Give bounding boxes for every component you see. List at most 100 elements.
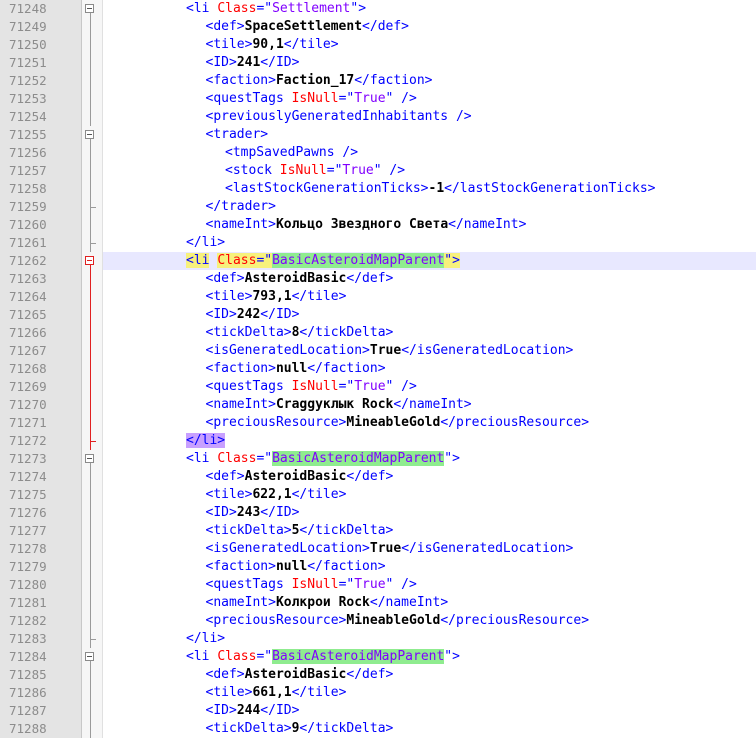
fold-margin[interactable]: [82, 126, 103, 144]
code-line[interactable]: 71280 <questTags IsNull="True" />: [0, 576, 756, 594]
fold-margin[interactable]: [82, 450, 103, 468]
code-line[interactable]: 71272 </li>: [0, 432, 756, 450]
fold-margin: [82, 288, 103, 306]
code-line[interactable]: 71250 <tile>90,1</tile>: [0, 36, 756, 54]
code-line[interactable]: 71281 <nameInt>Колкрои Rock</nameInt>: [0, 594, 756, 612]
fold-margin: [82, 432, 103, 450]
xml-tag: </isGeneratedLocation>: [401, 541, 574, 556]
fold-toggle-icon[interactable]: [85, 130, 94, 139]
xml-tag: <isGeneratedLocation>: [205, 343, 370, 358]
xml-tag: <def>: [205, 469, 245, 484]
code-line[interactable]: 71279 <faction>null</faction>: [0, 558, 756, 576]
line-number: 71272: [0, 432, 82, 450]
fold-margin[interactable]: [82, 0, 103, 18]
xml-tag: " />: [385, 379, 417, 394]
code-line[interactable]: 71264 <tile>793,1</tile>: [0, 288, 756, 306]
xml-tag: <trader>: [205, 127, 269, 142]
fold-margin[interactable]: [82, 648, 103, 666]
xml-attribute: IsNull: [291, 379, 339, 394]
fold-margin: [82, 558, 103, 576]
code-line[interactable]: 71253 <questTags IsNull="True" />: [0, 90, 756, 108]
xml-text: 622,1: [252, 487, 292, 502]
code-line[interactable]: 71265 <ID>242</ID>: [0, 306, 756, 324]
xml-attribute: Class: [217, 253, 257, 268]
line-number: 71269: [0, 378, 82, 396]
code-line[interactable]: 71262 <li Class="BasicAsteroidMapParent">: [0, 252, 756, 270]
code-line[interactable]: 71263 <def>AsteroidBasic</def>: [0, 270, 756, 288]
xml-tag: <nameInt>: [205, 217, 276, 232]
code-line[interactable]: 71252 <faction>Faction_17</faction>: [0, 72, 756, 90]
xml-attribute-value: BasicAsteroidMapParent: [272, 649, 445, 664]
code-line[interactable]: 71282 <preciousResource>MineableGold</pre…: [0, 612, 756, 630]
code-line[interactable]: 71258 <lastStockGenerationTicks>-1</lastS…: [0, 180, 756, 198]
xml-tag: <tile>: [205, 289, 253, 304]
code-line[interactable]: 71288 <tickDelta>9</tickDelta>: [0, 720, 756, 738]
code-line[interactable]: 71251 <ID>241</ID>: [0, 54, 756, 72]
code-text: </trader>: [206, 198, 276, 216]
xml-tag: <tmpSavedPawns />: [225, 145, 359, 160]
code-editor[interactable]: 71248 <li Class="Settlement"> 71249 <def>Sp…: [0, 0, 756, 743]
fold-toggle-icon[interactable]: [85, 454, 94, 463]
fold-margin: [82, 234, 103, 252]
code-line[interactable]: 71277 <tickDelta>5</tickDelta>: [0, 522, 756, 540]
code-line[interactable]: 71255 <trader>: [0, 126, 756, 144]
xml-tag: <preciousResource>: [205, 613, 347, 628]
xml-tag: <nameInt>: [205, 595, 276, 610]
code-line[interactable]: 71270 <nameInt>Craggуклык Rock</nameInt>: [0, 396, 756, 414]
xml-attribute-value: True: [342, 163, 374, 178]
fold-margin: [82, 270, 103, 288]
code-line[interactable]: 71261 </li>: [0, 234, 756, 252]
code-text: <tmpSavedPawns />: [225, 144, 358, 162]
fold-margin: [82, 198, 103, 216]
fold-margin: [82, 360, 103, 378]
xml-tag: <tile>: [205, 37, 253, 52]
fold-margin: [82, 576, 103, 594]
code-line[interactable]: 71254 <previouslyGeneratedInhabitants />: [0, 108, 756, 126]
code-text: <preciousResource>MineableGold</precious…: [206, 612, 590, 630]
fold-toggle-icon[interactable]: [85, 256, 94, 265]
fold-toggle-icon[interactable]: [85, 652, 94, 661]
line-number: 71250: [0, 36, 82, 54]
code-line[interactable]: 71278 <isGeneratedLocation>True</isGenera…: [0, 540, 756, 558]
code-line[interactable]: 71285 <def>AsteroidBasic</def>: [0, 666, 756, 684]
line-number: 71263: [0, 270, 82, 288]
fold-toggle-icon[interactable]: [85, 4, 94, 13]
xml-tag: </tile>: [291, 289, 347, 304]
fold-margin[interactable]: [82, 252, 103, 270]
code-text: <li Class="Settlement">: [186, 0, 366, 18]
xml-tag: =": [338, 379, 355, 394]
xml-tag: <ID>: [205, 307, 237, 322]
code-line[interactable]: 71269 <questTags IsNull="True" />: [0, 378, 756, 396]
xml-text: True: [369, 541, 402, 556]
code-text: <tile>793,1</tile>: [206, 288, 347, 306]
code-line[interactable]: 71249 <def>SpaceSettlement</def>: [0, 18, 756, 36]
code-line[interactable]: 71267 <isGeneratedLocation>True</isGenera…: [0, 342, 756, 360]
xml-tag: </tile>: [291, 487, 347, 502]
code-line[interactable]: 71283 </li>: [0, 630, 756, 648]
code-text: <isGeneratedLocation>True</isGeneratedLo…: [206, 540, 574, 558]
code-line[interactable]: 71259 </trader>: [0, 198, 756, 216]
xml-text: Колкрои Rock: [275, 595, 370, 610]
code-text: <tickDelta>5</tickDelta>: [206, 522, 394, 540]
code-text: <li Class="BasicAsteroidMapParent">: [186, 648, 460, 666]
code-line[interactable]: 71268 <faction>null</faction>: [0, 360, 756, 378]
xml-tag: ">: [444, 253, 460, 268]
code-line[interactable]: 71248 <li Class="Settlement">: [0, 0, 756, 18]
code-line[interactable]: 71271 <preciousResource>MineableGold</pre…: [0, 414, 756, 432]
line-number: 71261: [0, 234, 82, 252]
code-line[interactable]: 71284 <li Class="BasicAsteroidMapParent">: [0, 648, 756, 666]
code-line[interactable]: 71256 <tmpSavedPawns />: [0, 144, 756, 162]
code-line[interactable]: 71260 <nameInt>Кольцо Звездного Света</na…: [0, 216, 756, 234]
fold-margin: [82, 306, 103, 324]
xml-attribute: Class: [217, 451, 257, 466]
code-line[interactable]: 71286 <tile>661,1</tile>: [0, 684, 756, 702]
fold-margin: [82, 720, 103, 738]
code-line[interactable]: 71276 <ID>243</ID>: [0, 504, 756, 522]
xml-tag: </tickDelta>: [299, 325, 394, 340]
code-line[interactable]: 71287 <ID>244</ID>: [0, 702, 756, 720]
code-line[interactable]: 71275 <tile>622,1</tile>: [0, 486, 756, 504]
code-line[interactable]: 71274 <def>AsteroidBasic</def>: [0, 468, 756, 486]
code-line[interactable]: 71257 <stock IsNull="True" />: [0, 162, 756, 180]
code-line[interactable]: 71266 <tickDelta>8</tickDelta>: [0, 324, 756, 342]
code-line[interactable]: 71273 <li Class="BasicAsteroidMapParent">: [0, 450, 756, 468]
